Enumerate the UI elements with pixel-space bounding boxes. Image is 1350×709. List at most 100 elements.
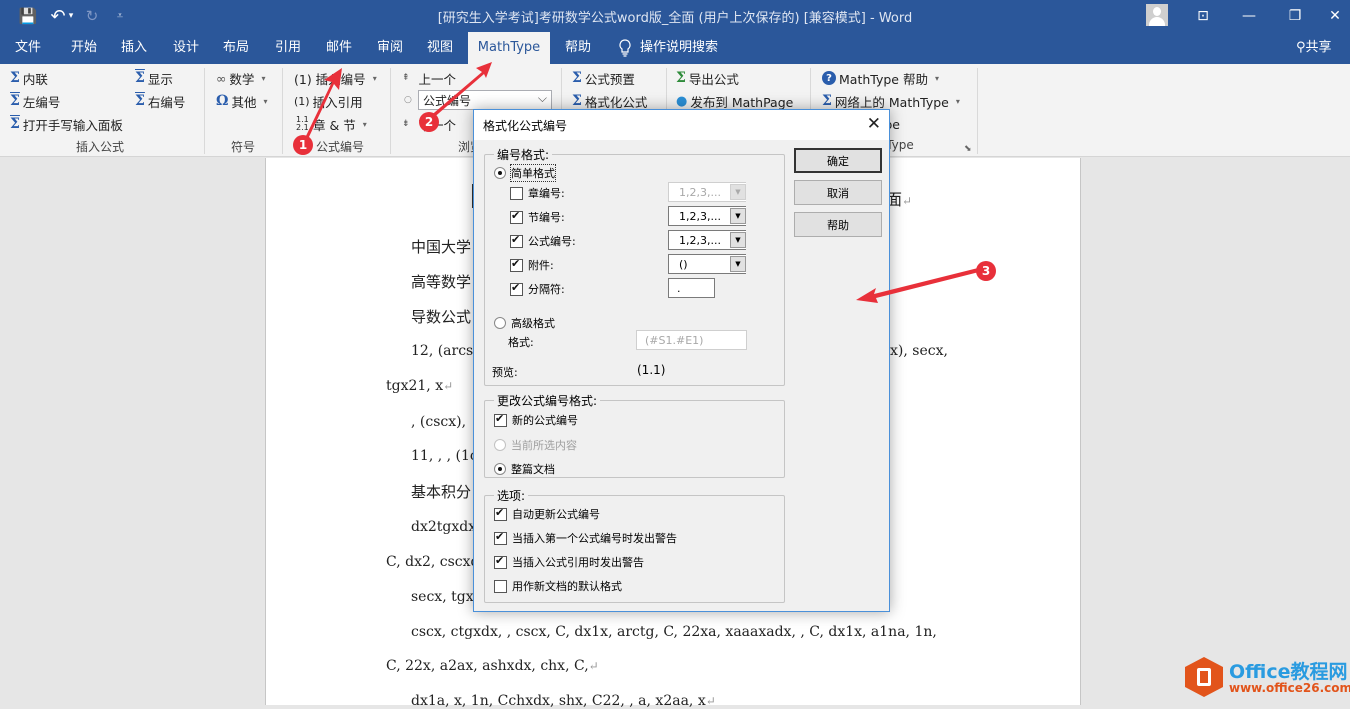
- tab-references[interactable]: 引用: [266, 32, 310, 64]
- watermark-line2: www.office26.com: [1229, 681, 1350, 695]
- label: 内联: [22, 71, 48, 87]
- chevron-down-icon: ▾: [362, 119, 367, 129]
- reference-icon: (1): [294, 94, 310, 108]
- auto-update-checkbox[interactable]: 自动更新公式编号: [494, 506, 600, 522]
- watermark-line1: Office教程网: [1229, 661, 1348, 683]
- doc-line: , (cscx),: [411, 414, 467, 430]
- minimize-button[interactable]: —: [1226, 0, 1272, 32]
- inline-equation-button[interactable]: Σ 内联: [10, 68, 48, 88]
- separator-checkbox[interactable]: 分隔符:: [510, 281, 565, 297]
- left-numbered-button[interactable]: Σ 左编号: [10, 91, 60, 111]
- share-button[interactable]: ⚲共享: [1296, 32, 1346, 64]
- radio-label: 当前所选内容: [511, 439, 577, 452]
- insert-reference-button[interactable]: (1) 插入引用: [294, 91, 363, 111]
- whole-document-radio[interactable]: 整篇文档: [494, 461, 555, 477]
- separator-input[interactable]: .: [668, 278, 715, 298]
- mathtype-help-button[interactable]: ? MathType 帮助 ▾: [822, 68, 939, 88]
- select-value: 1,2,3,...: [679, 234, 721, 247]
- chevron-down-icon: ▾: [261, 73, 266, 83]
- close-window-button[interactable]: ✕: [1312, 0, 1350, 32]
- math-symbols-button[interactable]: ∞ 数学 ▾: [216, 68, 265, 88]
- other-symbols-button[interactable]: Ω 其他 ▾: [216, 91, 268, 111]
- checkbox-label: 当插入公式引用时发出警告: [512, 556, 644, 569]
- advanced-format-input[interactable]: (#S1.#E1): [636, 330, 747, 350]
- tab-mathtype[interactable]: MathType: [468, 32, 550, 64]
- tell-me-search[interactable]: 操作说明搜索: [640, 32, 720, 64]
- publish-mathpage-button[interactable]: ● 发布到 MathPage: [676, 91, 793, 111]
- tab-design[interactable]: 设计: [164, 32, 208, 64]
- tab-home[interactable]: 开始: [62, 32, 106, 64]
- handwriting-panel-button[interactable]: Σ 打开手写输入面板: [10, 114, 123, 134]
- omega-icon: Ω: [216, 93, 229, 109]
- section-number-select[interactable]: 1,2,3,... ▼: [668, 206, 746, 226]
- insert-number-button[interactable]: (1) 插入编号 ▾: [294, 68, 377, 88]
- ok-button[interactable]: 确定: [794, 148, 882, 173]
- chapter-number-select[interactable]: 1,2,3,... ▼: [668, 182, 746, 202]
- sigma-settings-icon: Σ: [572, 70, 582, 86]
- enclosure-checkbox[interactable]: 附件:: [510, 257, 554, 273]
- section-number-checkbox[interactable]: 节编号:: [510, 209, 565, 225]
- tab-review[interactable]: 审阅: [368, 32, 412, 64]
- checkbox-icon: [510, 233, 523, 248]
- equation-preferences-button[interactable]: Σ 公式预置: [572, 68, 635, 88]
- chevron-down-icon: ▼: [730, 232, 746, 248]
- tab-mailings[interactable]: 邮件: [317, 32, 361, 64]
- tab-view[interactable]: 视图: [418, 32, 462, 64]
- share-label: 共享: [1305, 40, 1332, 55]
- browse-type-combo[interactable]: 公式编号 ⌵: [418, 90, 552, 110]
- doc-line: C, dx2, cscxd: [386, 554, 480, 570]
- checkbox-label: 自动更新公式编号: [512, 508, 600, 521]
- radio-icon: [494, 439, 506, 451]
- label: 左编号: [22, 94, 61, 110]
- person-icon: ⚲: [1296, 40, 1306, 55]
- current-selection-radio[interactable]: 当前所选内容: [494, 437, 577, 453]
- preview-value: (1.1): [637, 363, 666, 377]
- chapter-number-checkbox[interactable]: 章编号:: [510, 185, 565, 201]
- user-avatar[interactable]: [1146, 4, 1168, 26]
- equation-number-checkbox[interactable]: 公式编号:: [510, 233, 576, 249]
- tab-file[interactable]: 文件: [6, 32, 50, 64]
- dialog-launcher-icon[interactable]: ⬊: [964, 144, 972, 154]
- tab-layout[interactable]: 布局: [214, 32, 258, 64]
- export-equations-button[interactable]: Σ 导出公式: [676, 68, 739, 88]
- infinity-icon: ∞: [216, 70, 227, 86]
- chevron-down-icon: ▾: [372, 73, 377, 83]
- checkbox-label: 章编号:: [528, 187, 565, 200]
- group-legend: 编号格式:: [497, 148, 550, 162]
- preview-label: 预览:: [492, 366, 518, 379]
- tab-help[interactable]: 帮助: [556, 32, 600, 64]
- checkbox-icon: [494, 506, 507, 521]
- checkbox-icon: [494, 579, 507, 593]
- simple-format-radio[interactable]: 简单格式: [494, 164, 556, 182]
- group-separator: [977, 68, 978, 154]
- right-numbered-button[interactable]: Σ 右编号: [135, 91, 185, 111]
- checkbox-label: 分隔符:: [528, 283, 565, 296]
- advanced-format-radio[interactable]: 高级格式: [494, 315, 555, 331]
- label: MathType 帮助: [839, 71, 928, 87]
- select-value: 1,2,3,...: [679, 186, 721, 199]
- equation-number-select[interactable]: 1,2,3,... ▼: [668, 230, 746, 250]
- format-equations-button[interactable]: Σ 格式化公式: [572, 91, 647, 111]
- enclosure-select[interactable]: () ▼: [668, 254, 746, 274]
- office-logo-icon: [1185, 657, 1223, 697]
- ribbon-display-options-button[interactable]: ⊡: [1180, 0, 1226, 32]
- group-label-insert-equation: 插入公式: [75, 140, 124, 154]
- paragraph-mark: ↵: [902, 194, 913, 208]
- warn-first-number-checkbox[interactable]: 当插入第一个公式编号时发出警告: [494, 530, 677, 546]
- down-arrow-icon: ⇟: [402, 119, 410, 129]
- chapter-section-button[interactable]: 1.1 2.1 章 & 节 ▾: [296, 114, 367, 134]
- cancel-button[interactable]: 取消: [794, 180, 882, 205]
- display-equation-button[interactable]: Σ 显示: [135, 68, 173, 88]
- previous-button[interactable]: ⇞ 上一个: [402, 68, 456, 88]
- new-equation-numbers-checkbox[interactable]: 新的公式编号: [494, 412, 578, 428]
- tab-insert[interactable]: 插入: [112, 32, 156, 64]
- help-button[interactable]: 帮助: [794, 212, 882, 237]
- default-format-checkbox[interactable]: 用作新文档的默认格式: [494, 578, 622, 594]
- group-separator: [390, 68, 391, 154]
- mathtype-web-button[interactable]: Σ 网络上的 MathType ▾: [822, 91, 960, 111]
- dialog-close-button[interactable]: ✕: [867, 114, 881, 134]
- doc-line: cscx, ctgxdx, , cscx, C, dx1x, arctg, C,…: [411, 624, 937, 640]
- label: 右编号: [147, 94, 186, 110]
- line-text: C, 22x, a2ax, ashxdx, chx, C,: [386, 658, 589, 674]
- warn-reference-checkbox[interactable]: 当插入公式引用时发出警告: [494, 554, 644, 570]
